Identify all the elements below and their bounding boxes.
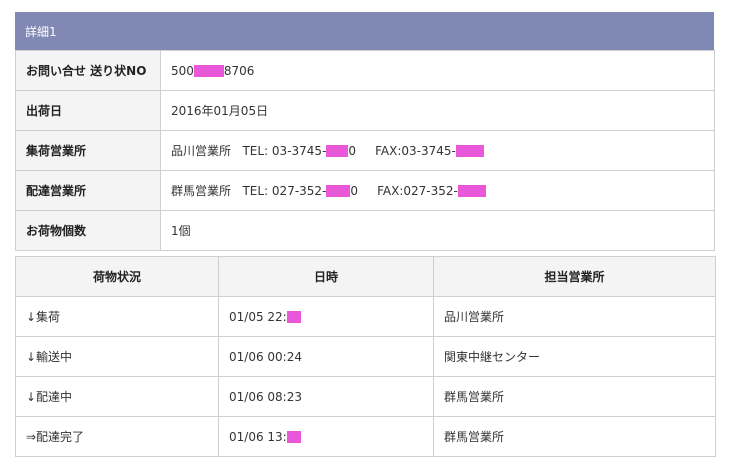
pickup-office-label: 集荷営業所 bbox=[15, 130, 161, 171]
redaction-mark bbox=[286, 430, 301, 443]
redaction-mark bbox=[326, 185, 351, 197]
delivery-office-name: 群馬営業所 bbox=[171, 184, 232, 198]
history-datetime-text: 01/05 22: bbox=[229, 309, 287, 324]
details-header: 詳細1 bbox=[15, 12, 714, 50]
history-datetime: 01/06 13: bbox=[218, 416, 434, 457]
history-office: 関東中継センター bbox=[433, 336, 716, 377]
history-status: ↓配達中 bbox=[15, 376, 219, 417]
history-header-row: 荷物状況 日時 担当営業所 bbox=[15, 256, 716, 297]
delivery-office-tel-suffix: 0 bbox=[350, 184, 359, 198]
office-column-header: 担当営業所 bbox=[433, 256, 716, 297]
redaction-mark bbox=[455, 145, 484, 157]
tracking-row: お問い合せ 送り状NO 500 8706 bbox=[15, 50, 715, 91]
status-column-header: 荷物状況 bbox=[15, 256, 219, 297]
tracking-prefix: 500 bbox=[171, 63, 194, 78]
quantity-value: 1個 bbox=[160, 210, 715, 251]
pickup-office-name: 品川営業所 bbox=[171, 144, 232, 158]
history-status: ⇒配達完了 bbox=[15, 416, 219, 457]
pickup-office-tel: TEL: 03-3745- bbox=[242, 144, 327, 158]
delivery-office-tel: TEL: 027-352- bbox=[242, 184, 327, 198]
history-datetime: 01/05 22: bbox=[218, 296, 434, 337]
tracking-suffix: 8706 bbox=[223, 63, 255, 78]
ship-date-row: 出荷日 2016年01月05日 bbox=[15, 90, 715, 131]
history-office: 群馬営業所 bbox=[433, 376, 716, 417]
pickup-office-fax: FAX:03-3745- bbox=[375, 144, 456, 158]
history-office: 群馬営業所 bbox=[433, 416, 716, 457]
history-row: ↓輸送中 01/06 00:24 関東中継センター bbox=[15, 336, 716, 377]
history-row: ⇒配達完了 01/06 13: 群馬営業所 bbox=[15, 416, 716, 457]
quantity-label: お荷物個数 bbox=[15, 210, 161, 251]
pickup-office-value: 品川営業所 TEL: 03-3745- 0 FAX:03-3745- bbox=[160, 130, 715, 171]
delivery-office-fax: FAX:027-352- bbox=[377, 184, 458, 198]
ship-date-label: 出荷日 bbox=[15, 90, 161, 131]
redaction-mark bbox=[286, 310, 301, 323]
delivery-office-label: 配達営業所 bbox=[15, 170, 161, 211]
redaction-mark bbox=[457, 185, 486, 197]
details-title: 詳細1 bbox=[25, 24, 57, 39]
redaction-mark bbox=[326, 145, 349, 157]
history-row: ↓配達中 01/06 08:23 群馬営業所 bbox=[15, 376, 716, 417]
delivery-office-row: 配達営業所 群馬営業所 TEL: 027-352- 0 FAX:027-352- bbox=[15, 170, 715, 211]
pickup-office-tel-suffix: 0 bbox=[348, 144, 357, 158]
datetime-column-header: 日時 bbox=[218, 256, 434, 297]
tracking-history-table: 荷物状況 日時 担当営業所 ↓集荷 01/05 22: 品川営業所 ↓輸送中 0… bbox=[15, 256, 716, 457]
history-office: 品川営業所 bbox=[433, 296, 716, 337]
ship-date-value: 2016年01月05日 bbox=[160, 90, 715, 131]
history-datetime: 01/06 08:23 bbox=[218, 376, 434, 417]
redaction-mark bbox=[193, 64, 224, 77]
history-datetime: 01/06 00:24 bbox=[218, 336, 434, 377]
tracking-value: 500 8706 bbox=[160, 50, 715, 91]
tracking-label: お問い合せ 送り状NO bbox=[15, 50, 161, 91]
delivery-office-value: 群馬営業所 TEL: 027-352- 0 FAX:027-352- bbox=[160, 170, 715, 211]
shipment-detail-table: お問い合せ 送り状NO 500 8706 出荷日 2016年01月05日 集荷営業… bbox=[15, 50, 715, 251]
quantity-row: お荷物個数 1個 bbox=[15, 210, 715, 251]
history-status: ↓集荷 bbox=[15, 296, 219, 337]
pickup-office-row: 集荷営業所 品川営業所 TEL: 03-3745- 0 FAX:03-3745- bbox=[15, 130, 715, 171]
history-status: ↓輸送中 bbox=[15, 336, 219, 377]
history-datetime-text: 01/06 13: bbox=[229, 429, 287, 444]
history-row: ↓集荷 01/05 22: 品川営業所 bbox=[15, 296, 716, 337]
